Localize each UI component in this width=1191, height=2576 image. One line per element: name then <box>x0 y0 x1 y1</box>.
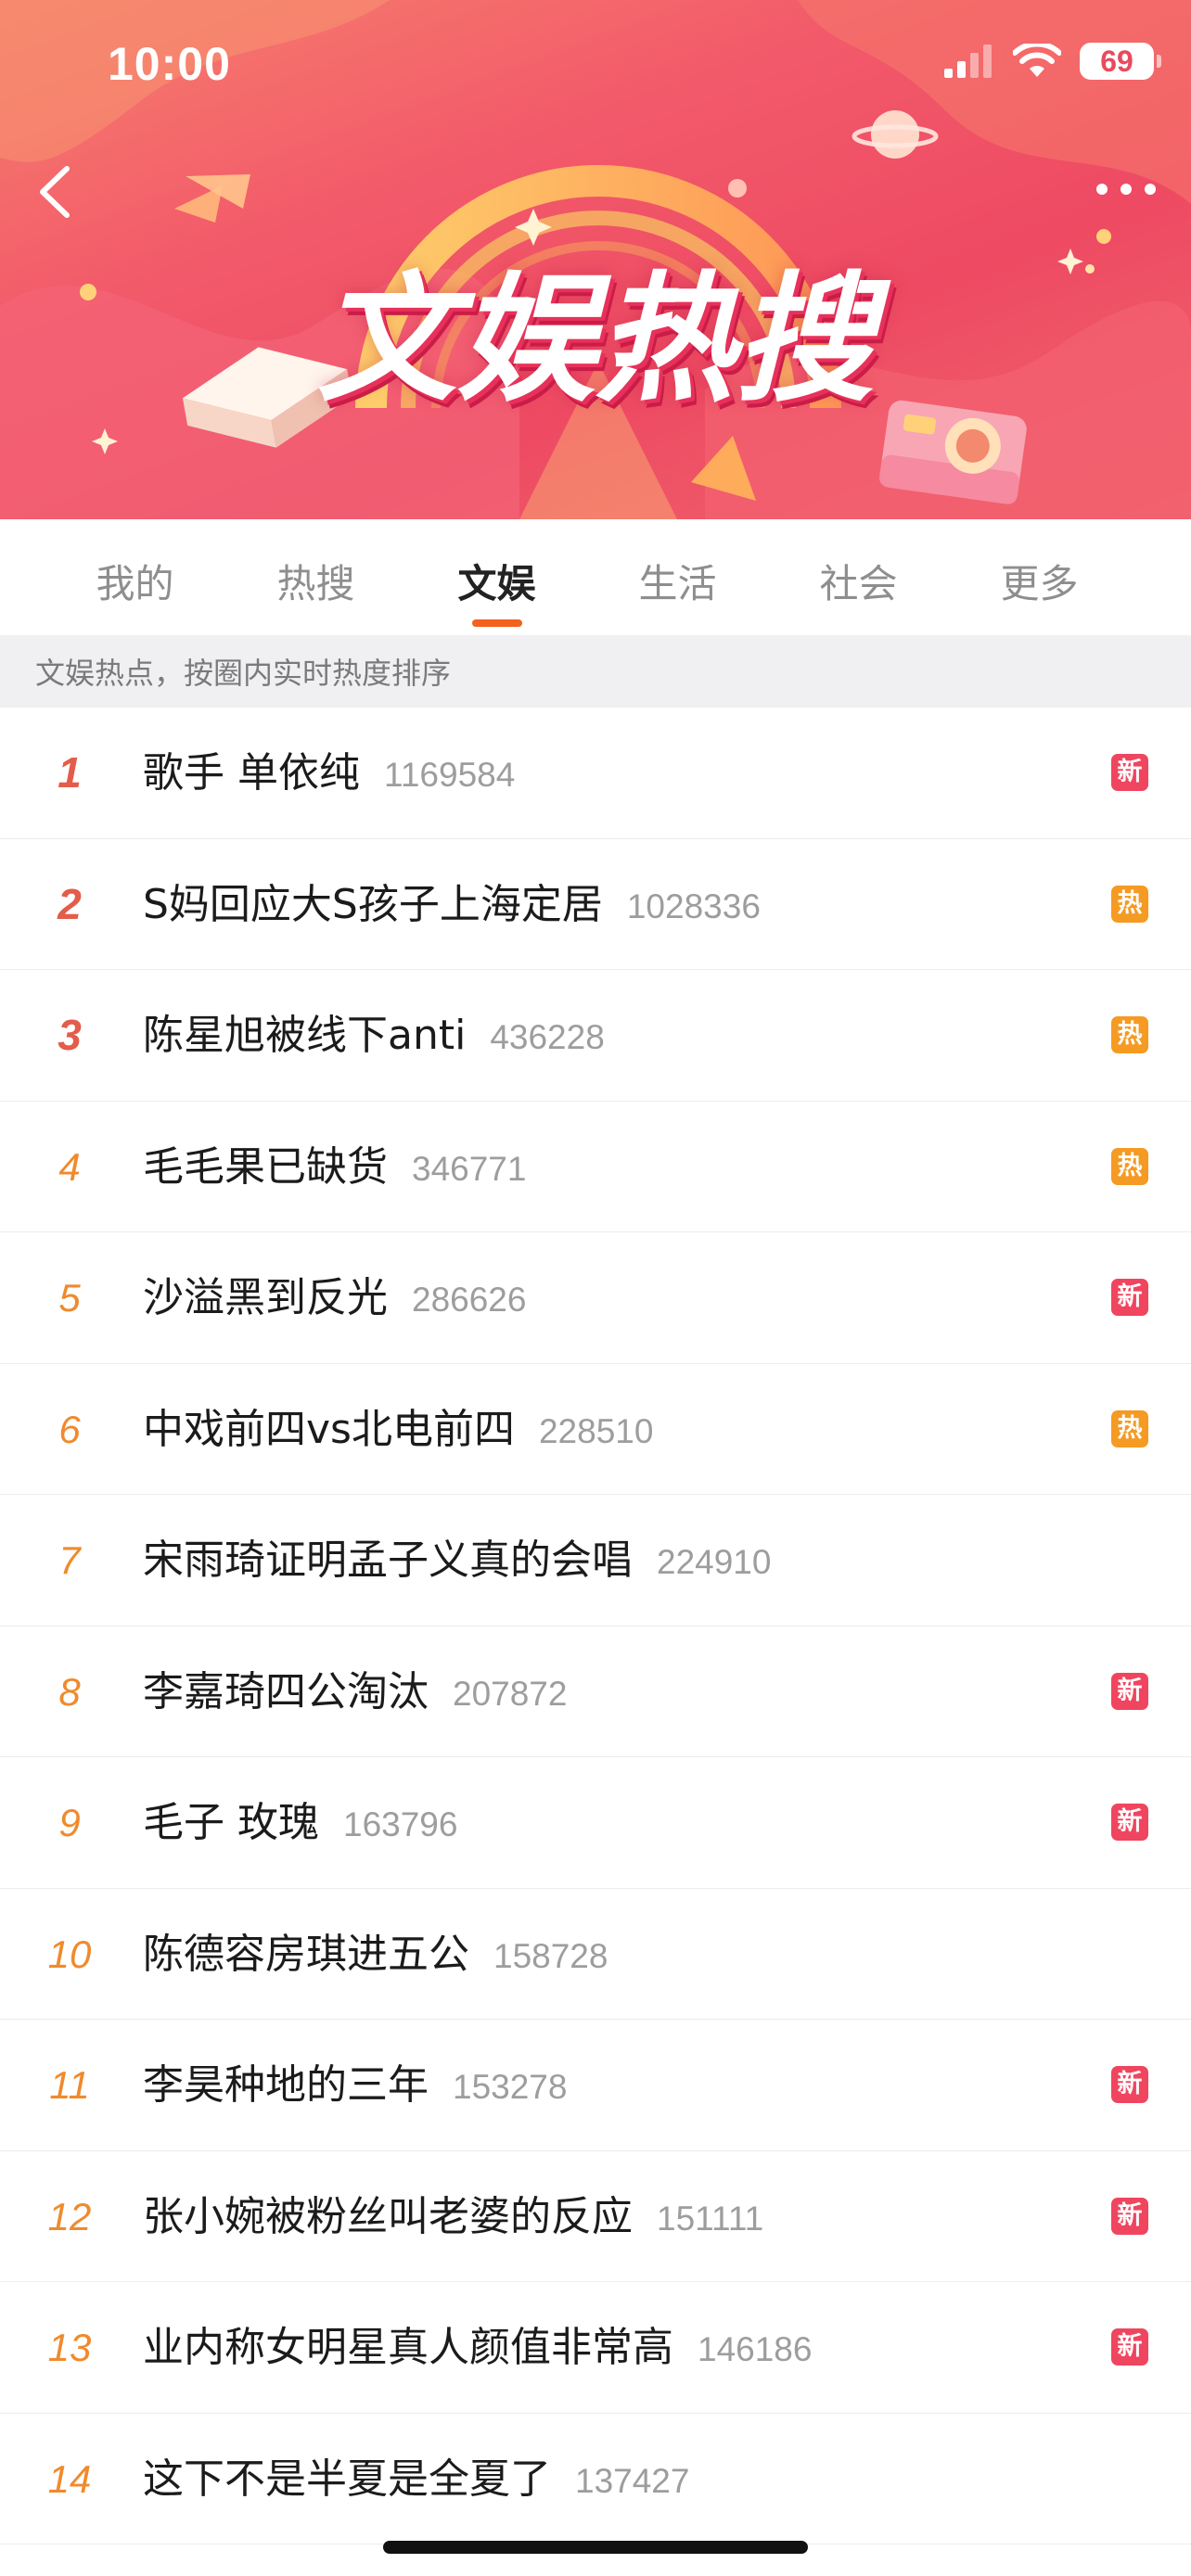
list-item[interactable]: 5 沙溢黑到反光 286626 新 <box>0 1232 1191 1364</box>
status-time: 10:00 <box>108 38 231 90</box>
item-title: 业内称女明星真人颜值非常高 <box>143 2324 673 2371</box>
list-description-text: 文娱热点，按圈内实时热度排序 <box>35 656 452 691</box>
tab-more[interactable]: 更多 <box>949 519 1130 635</box>
new-badge: 新 <box>1111 2328 1148 2366</box>
header-banner: 10:00 69 文娱热搜 <box>0 0 1191 519</box>
item-title: 宋雨琦证明孟子义真的会唱 <box>143 1537 633 1584</box>
heat-count: 207872 <box>453 1674 568 1713</box>
list-item[interactable]: 2 S妈回应大S孩子上海定居 1028336 热 <box>0 839 1191 970</box>
heat-count: 163796 <box>343 1805 458 1843</box>
list-item[interactable]: 11 李昊种地的三年 153278 新 <box>0 2020 1191 2151</box>
item-title: 这下不是半夏是全夏了 <box>143 2455 551 2503</box>
category-tabs: 我的 热搜 文娱 生活 社会 更多 <box>0 519 1191 635</box>
battery-icon: 69 <box>1080 43 1161 80</box>
list-item[interactable]: 1 歌手 单依纯 1169584 新 <box>0 708 1191 839</box>
item-title: 李昊种地的三年 <box>143 2061 429 2109</box>
new-badge: 新 <box>1111 2197 1148 2235</box>
heat-count: 1169584 <box>384 756 516 794</box>
hot-badge: 热 <box>1111 1409 1148 1447</box>
heat-count: 153278 <box>453 2068 568 2106</box>
tab-label: 生活 <box>638 561 717 606</box>
home-indicator[interactable] <box>383 2541 808 2554</box>
back-icon[interactable] <box>24 159 89 224</box>
heat-count: 158728 <box>493 1936 608 1975</box>
rank-number: 6 <box>58 1407 81 1451</box>
item-title: 李嘉琦四公淘汰 <box>143 1667 429 1715</box>
new-badge: 新 <box>1111 1279 1148 1316</box>
list-item[interactable]: 3 陈星旭被线下anti 436228 热 <box>0 970 1191 1102</box>
item-title: 沙溢黑到反光 <box>143 1274 388 1321</box>
tab-hot-search[interactable]: 热搜 <box>225 519 406 635</box>
rank-number: 1 <box>58 748 82 797</box>
list-item[interactable]: 6 中戏前四vs北电前四 228510 热 <box>0 1364 1191 1495</box>
more-icon[interactable] <box>1089 171 1163 208</box>
tab-label: 社会 <box>819 561 898 606</box>
hot-search-list: 1 歌手 单依纯 1169584 新 2 S妈回应大S孩子上海定居 1028336 … <box>0 708 1191 2544</box>
rank-number: 4 <box>58 1144 81 1189</box>
active-tab-indicator <box>471 619 522 627</box>
new-badge: 新 <box>1111 754 1148 791</box>
tab-label: 我的 <box>96 561 174 606</box>
hot-badge: 热 <box>1111 885 1148 923</box>
item-title: 歌手 单依纯 <box>143 749 360 797</box>
rank-number: 13 <box>47 2326 92 2369</box>
tab-life[interactable]: 生活 <box>587 519 768 635</box>
heat-count: 146186 <box>698 2330 813 2368</box>
rank-number: 3 <box>58 1011 82 1059</box>
heat-count: 1028336 <box>626 886 761 925</box>
tab-label: 更多 <box>1000 561 1079 606</box>
tab-society[interactable]: 社会 <box>768 519 949 635</box>
item-title: 中戏前四vs北电前四 <box>143 1405 515 1453</box>
heat-count: 286626 <box>412 1281 527 1319</box>
signal-icon <box>944 45 992 78</box>
rank-number: 8 <box>58 1669 81 1714</box>
status-icons: 69 <box>944 43 1161 80</box>
list-item[interactable]: 7 宋雨琦证明孟子义真的会唱 224910 <box>0 1495 1191 1626</box>
hot-badge: 热 <box>1111 1147 1148 1185</box>
rank-number: 2 <box>58 879 82 928</box>
list-item[interactable]: 12 张小婉被粉丝叫老婆的反应 151111 新 <box>0 2151 1191 2282</box>
list-description: 文娱热点，按圈内实时热度排序 <box>0 635 1191 708</box>
list-item[interactable]: 4 毛毛果已缺货 346771 热 <box>0 1102 1191 1232</box>
item-title: 毛毛果已缺货 <box>143 1142 388 1191</box>
tab-label: 热搜 <box>276 561 355 606</box>
heat-count: 151111 <box>657 2199 764 2238</box>
heat-count: 346771 <box>412 1149 527 1188</box>
item-title: S妈回应大S孩子上海定居 <box>143 880 603 928</box>
rank-number: 14 <box>47 2456 92 2501</box>
rank-number: 7 <box>58 1538 81 1582</box>
heat-count: 228510 <box>538 1411 654 1450</box>
tab-mine[interactable]: 我的 <box>45 519 225 635</box>
heat-count: 137427 <box>575 2461 690 2500</box>
heat-count: 436228 <box>490 1018 605 1056</box>
rank-number: 5 <box>58 1276 81 1320</box>
new-badge: 新 <box>1111 1804 1148 1841</box>
rank-number: 10 <box>47 1932 92 1976</box>
list-item[interactable]: 14 这下不是半夏是全夏了 137427 <box>0 2414 1191 2544</box>
rank-number: 9 <box>58 1801 81 1844</box>
new-badge: 新 <box>1111 1672 1148 1710</box>
rank-number: 12 <box>47 2194 92 2238</box>
list-item[interactable]: 8 李嘉琦四公淘汰 207872 新 <box>0 1626 1191 1757</box>
wifi-icon <box>1013 44 1061 77</box>
item-title: 张小婉被粉丝叫老婆的反应 <box>143 2192 633 2240</box>
banner-title: 文娱热搜 <box>316 260 874 421</box>
item-title: 陈星旭被线下anti <box>143 1012 467 1059</box>
list-item[interactable]: 9 毛子 玫瑰 163796 新 <box>0 1757 1191 1889</box>
new-badge: 新 <box>1111 2066 1148 2103</box>
item-title: 陈德容房琪进五公 <box>143 1930 469 1978</box>
hot-badge: 热 <box>1111 1016 1148 1053</box>
tab-entertainment[interactable]: 文娱 <box>406 519 587 635</box>
rank-number: 11 <box>49 2063 90 2107</box>
list-item[interactable]: 10 陈德容房琪进五公 158728 <box>0 1889 1191 2020</box>
item-title: 毛子 玫瑰 <box>143 1799 319 1846</box>
list-item[interactable]: 13 业内称女明星真人颜值非常高 146186 新 <box>0 2282 1191 2414</box>
heat-count: 224910 <box>657 1543 772 1581</box>
battery-level: 69 <box>1100 44 1133 78</box>
